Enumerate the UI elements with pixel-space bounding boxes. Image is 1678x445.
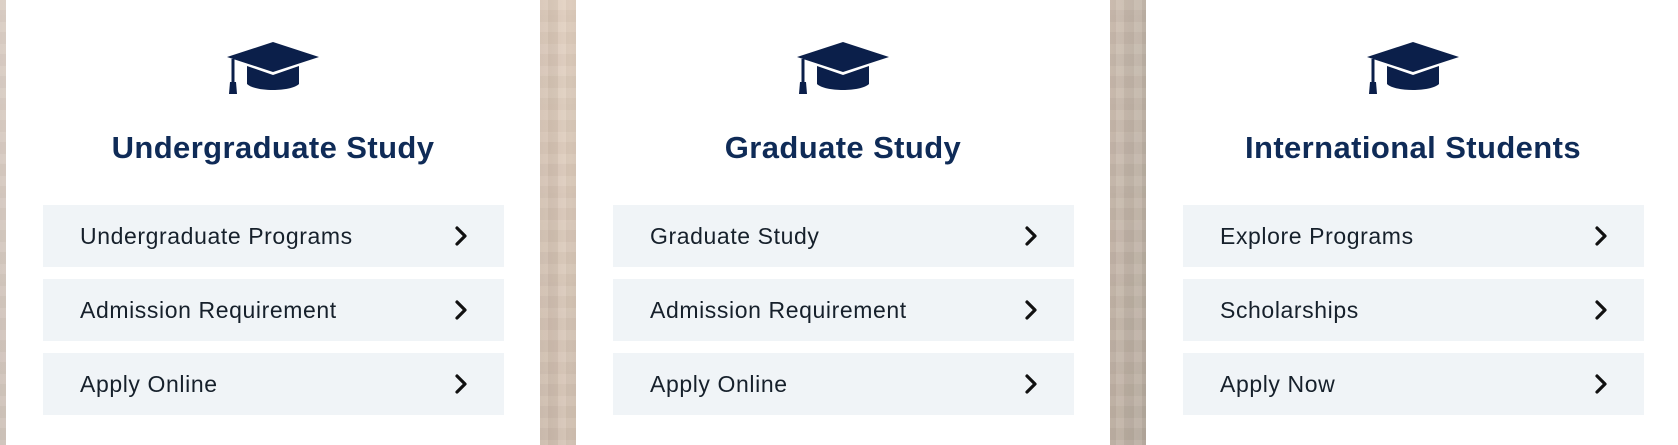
link-admission-requirement[interactable]: Admission Requirement (43, 279, 504, 341)
link-label: Apply Online (80, 371, 218, 397)
chevron-right-icon (1595, 226, 1607, 246)
link-label: Apply Online (650, 371, 788, 397)
link-label: Scholarships (1220, 297, 1359, 323)
chevron-right-icon (455, 226, 467, 246)
card-links: Undergraduate Programs Admission Require… (43, 205, 504, 427)
card-links: Graduate Study Admission Requirement App… (613, 205, 1074, 427)
study-options-section: Undergraduate Study Undergraduate Progra… (0, 0, 1678, 445)
chevron-right-icon (1025, 374, 1037, 394)
graduation-cap-icon (797, 42, 889, 94)
card-international-students: International Students Explore Programs … (1146, 0, 1678, 445)
chevron-right-icon (1025, 300, 1037, 320)
card-undergraduate-study: Undergraduate Study Undergraduate Progra… (6, 0, 540, 445)
link-apply-online[interactable]: Apply Online (43, 353, 504, 415)
graduation-cap-icon (1367, 42, 1459, 94)
link-graduate-study[interactable]: Graduate Study (613, 205, 1074, 267)
card-graduate-study: Graduate Study Graduate Study Admission … (576, 0, 1110, 445)
link-label: Graduate Study (650, 223, 820, 249)
chevron-right-icon (455, 300, 467, 320)
card-title: Undergraduate Study (111, 130, 435, 165)
card-title: Graduate Study (724, 130, 962, 165)
link-apply-online[interactable]: Apply Online (613, 353, 1074, 415)
chevron-right-icon (1595, 374, 1607, 394)
card-title: International Students (1244, 130, 1582, 165)
link-undergraduate-programs[interactable]: Undergraduate Programs (43, 205, 504, 267)
card-links: Explore Programs Scholarships Apply Now (1183, 205, 1644, 427)
graduation-cap-icon (227, 42, 319, 94)
chevron-right-icon (1025, 226, 1037, 246)
link-explore-programs[interactable]: Explore Programs (1183, 205, 1644, 267)
link-label: Admission Requirement (650, 297, 907, 323)
link-label: Explore Programs (1220, 223, 1414, 249)
link-admission-requirement[interactable]: Admission Requirement (613, 279, 1074, 341)
chevron-right-icon (455, 374, 467, 394)
link-scholarships[interactable]: Scholarships (1183, 279, 1644, 341)
link-label: Admission Requirement (80, 297, 337, 323)
link-apply-now[interactable]: Apply Now (1183, 353, 1644, 415)
link-label: Apply Now (1220, 371, 1336, 397)
chevron-right-icon (1595, 300, 1607, 320)
link-label: Undergraduate Programs (80, 223, 353, 249)
